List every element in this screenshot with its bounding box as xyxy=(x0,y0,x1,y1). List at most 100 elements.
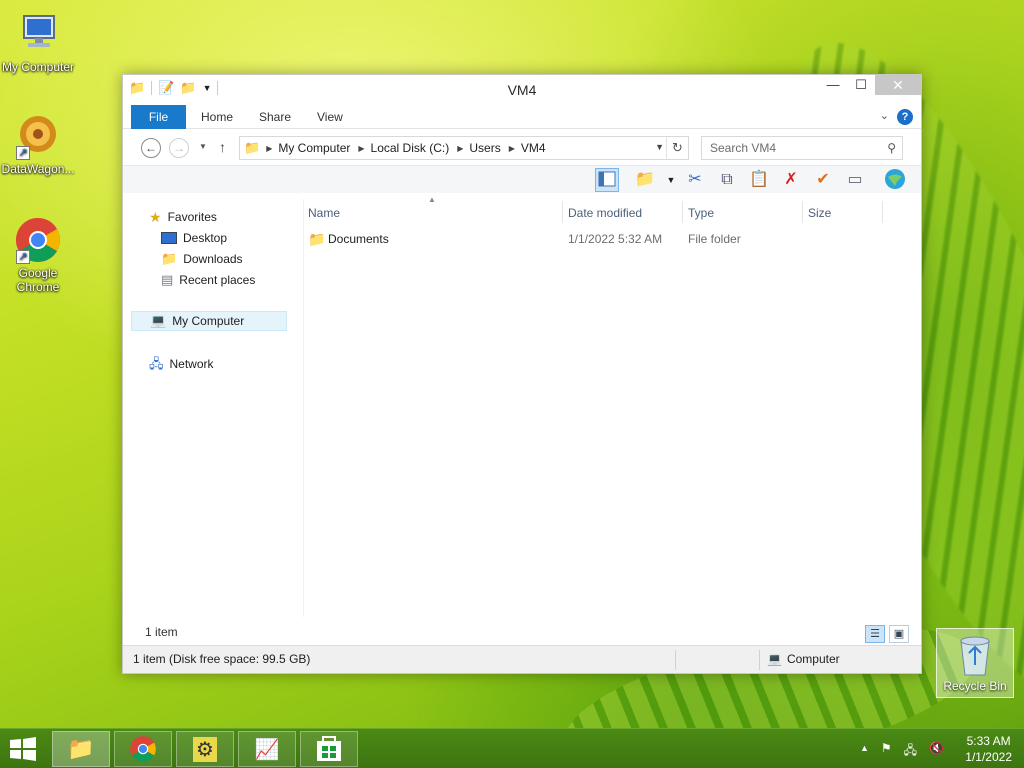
folder-icon: 📁 xyxy=(244,140,261,155)
navigation-pane: ★ Favorites Desktop 📁 Downloads ▤ Recent… xyxy=(123,199,295,617)
column-header-type[interactable]: Type xyxy=(684,201,714,225)
taskbar: 📁 ⚙ 📈 ▲ ⚑ 🖧 🔇 5:33 AM 1/1/2022 xyxy=(0,728,1024,768)
nav-label: Recent places xyxy=(179,273,256,287)
desktop-icon-google-chrome[interactable]: ↗ Google Chrome xyxy=(0,216,76,294)
column-header-name[interactable]: Name xyxy=(304,201,340,225)
folder-icon: 📁 xyxy=(308,231,326,247)
help-icon[interactable]: ? xyxy=(897,109,913,125)
divider xyxy=(759,650,760,670)
back-button[interactable]: ← xyxy=(141,138,161,158)
forward-button[interactable]: → xyxy=(169,138,189,158)
breadcrumb-vm4[interactable]: VM4 xyxy=(521,141,546,155)
chrome-icon xyxy=(130,736,156,762)
network-status-icon[interactable]: 🖧 xyxy=(904,741,917,762)
search-icon[interactable]: ⚲ xyxy=(887,137,896,159)
action-center-flag-icon[interactable]: ⚑ xyxy=(881,741,892,762)
desktop-icon-my-computer[interactable]: My Computer xyxy=(0,10,76,74)
tab-share[interactable]: Share xyxy=(259,105,291,129)
computer-icon xyxy=(14,10,62,58)
nav-my-computer[interactable]: 💻 My Computer xyxy=(131,311,287,331)
system-tray: ▲ ⚑ 🖧 🔇 xyxy=(860,741,944,762)
start-button[interactable] xyxy=(8,736,38,762)
globe-icon[interactable] xyxy=(883,168,907,192)
network-icon: 🖧 xyxy=(149,356,164,371)
address-dropdown-chevron-icon[interactable]: ▼ xyxy=(655,142,664,152)
paste-icon[interactable]: 📋 xyxy=(747,168,771,192)
details-view-icon[interactable]: ☰ xyxy=(865,625,885,643)
desktop-icon-datawagon[interactable]: ↗ DataWagon... xyxy=(0,112,76,176)
taskbar-chrome[interactable] xyxy=(114,731,172,767)
rename-icon[interactable]: ▭ xyxy=(843,168,867,192)
maximize-button[interactable]: ☐ xyxy=(847,75,875,95)
nav-network[interactable]: 🖧 Network xyxy=(149,354,214,374)
close-button[interactable]: ✕ xyxy=(875,75,921,95)
nav-recent-places[interactable]: ▤ Recent places xyxy=(161,270,255,290)
status-location-label: Computer xyxy=(786,652,840,666)
nav-desktop[interactable]: Desktop xyxy=(161,228,227,248)
volume-muted-icon[interactable]: 🔇 xyxy=(929,741,944,762)
taskbar-store[interactable] xyxy=(300,731,358,767)
clock[interactable]: 5:33 AM 1/1/2022 xyxy=(965,733,1012,765)
breadcrumb-arrow-icon[interactable]: ▶ xyxy=(266,144,272,153)
nav-favorites[interactable]: ★ Favorites xyxy=(149,207,217,227)
large-icons-view-icon[interactable]: ▣ xyxy=(889,625,909,643)
address-bar[interactable]: 📁 ▶ My Computer ▶ Local Disk (C:) ▶ User… xyxy=(239,136,689,160)
star-icon: ★ xyxy=(149,209,162,225)
tool-app-icon: ⚙ xyxy=(193,736,217,762)
column-divider[interactable] xyxy=(682,201,683,223)
chrome-icon: ↗ xyxy=(14,216,62,264)
options-chevron-icon[interactable]: ▼ xyxy=(659,168,683,192)
divider xyxy=(675,650,676,670)
show-hidden-icons-chevron-icon[interactable]: ▲ xyxy=(860,743,869,762)
file-name: Documents xyxy=(328,232,389,246)
column-header-size[interactable]: Size xyxy=(804,201,831,225)
breadcrumb-my-computer[interactable]: My Computer xyxy=(278,141,350,155)
breadcrumb-users[interactable]: Users xyxy=(469,141,500,155)
file-date: 1/1/2022 5:32 AM xyxy=(568,232,663,246)
column-divider[interactable] xyxy=(562,201,563,223)
taskbar-file-explorer[interactable]: 📁 xyxy=(52,731,110,767)
cut-icon[interactable]: ✂ xyxy=(683,168,707,192)
desktop-icon-recycle-bin[interactable]: Recycle Bin xyxy=(936,628,1014,698)
nav-label: Desktop xyxy=(183,231,228,245)
item-count: 1 item xyxy=(145,625,178,639)
nav-label: Network xyxy=(169,357,214,371)
tab-file[interactable]: File xyxy=(131,105,186,129)
column-header-date-modified[interactable]: Date modified xyxy=(564,201,642,225)
content-area: ★ Favorites Desktop 📁 Downloads ▤ Recent… xyxy=(123,195,921,617)
shortcut-arrow-icon: ↗ xyxy=(16,250,30,264)
refresh-icon[interactable]: ↻ xyxy=(666,137,688,159)
column-divider[interactable] xyxy=(802,201,803,223)
datawagon-icon: ↗ xyxy=(14,112,62,160)
breadcrumb-arrow-icon[interactable]: ▶ xyxy=(358,144,364,153)
tab-home[interactable]: Home xyxy=(201,105,233,129)
status-bar: 1 item (Disk free space: 99.5 GB) 💻 Comp… xyxy=(123,645,921,673)
clock-time: 5:33 AM xyxy=(966,734,1011,748)
table-row[interactable]: 📁 Documents 1/1/2022 5:32 AM File folder xyxy=(304,229,921,249)
recent-locations-chevron-icon[interactable]: ▼ xyxy=(199,142,207,151)
taskbar-app-monitor[interactable]: 📈 xyxy=(238,731,296,767)
column-divider[interactable] xyxy=(882,201,883,223)
minimize-button[interactable]: — xyxy=(819,75,847,95)
nav-downloads[interactable]: 📁 Downloads xyxy=(161,249,243,269)
breadcrumb-local-disk[interactable]: Local Disk (C:) xyxy=(371,141,450,155)
breadcrumb-arrow-icon[interactable]: ▶ xyxy=(457,144,463,153)
downloads-icon: 📁 xyxy=(161,251,178,266)
title-bar[interactable]: 📁 📝 📁 ▼ VM4 — ☐ ✕ xyxy=(123,75,921,105)
breadcrumb-arrow-icon[interactable]: ▶ xyxy=(509,144,515,153)
recycle-bin-icon xyxy=(955,633,995,677)
preview-pane-icon[interactable] xyxy=(595,168,619,192)
taskbar-app-tool[interactable]: ⚙ xyxy=(176,731,234,767)
delete-icon[interactable]: ✗ xyxy=(779,168,803,192)
file-type: File folder xyxy=(688,232,741,246)
up-button[interactable]: ↑ xyxy=(219,139,226,155)
nav-label: Downloads xyxy=(183,252,243,266)
folder-options-icon[interactable]: 📁 xyxy=(633,168,657,192)
search-input[interactable]: Search VM4 ⚲ xyxy=(701,136,903,160)
desktop-icon xyxy=(161,232,177,244)
tab-view[interactable]: View xyxy=(317,105,343,129)
address-row: ← → ▼ ↑ 📁 ▶ My Computer ▶ Local Disk (C:… xyxy=(123,129,921,165)
copy-icon[interactable]: ⧉ xyxy=(715,168,739,192)
expand-ribbon-chevron-icon[interactable]: ⌄ xyxy=(880,109,889,122)
checkmark-icon[interactable]: ✔ xyxy=(811,168,835,192)
